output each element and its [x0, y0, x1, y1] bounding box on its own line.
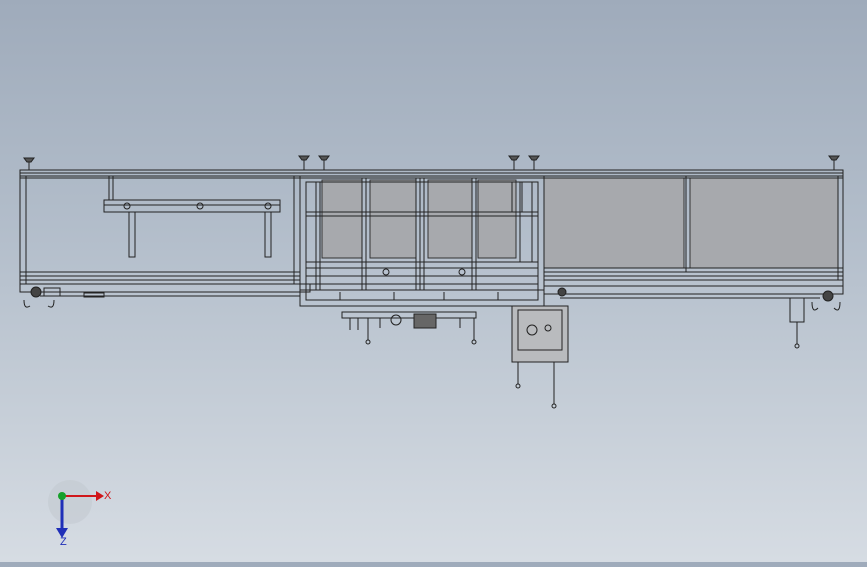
right-conveyor: [543, 285, 844, 349]
top-rail: [19, 169, 844, 179]
cad-viewport[interactable]: X Z: [0, 0, 867, 562]
triad-shadow: [48, 480, 92, 524]
assembly-drawing: [19, 155, 844, 409]
leveling-feet: [23, 155, 840, 170]
panel-4: [477, 179, 517, 259]
panel-5: [543, 177, 685, 269]
z-axis-label: Z: [60, 536, 67, 548]
x-axis-label: X: [104, 490, 112, 502]
panel-3: [427, 179, 473, 259]
x-axis-arrow: [96, 491, 104, 501]
panel-6: [689, 177, 839, 269]
left-frame: [19, 175, 301, 285]
lower-mechanism: [341, 311, 477, 345]
pump-box: [511, 305, 569, 409]
panel-2: [369, 179, 417, 259]
coordinate-triad: X Z: [48, 480, 112, 548]
y-axis-dot: [58, 492, 66, 500]
left-conveyor: [19, 283, 311, 308]
glass-panels: [321, 177, 839, 269]
panel-1: [321, 179, 363, 259]
